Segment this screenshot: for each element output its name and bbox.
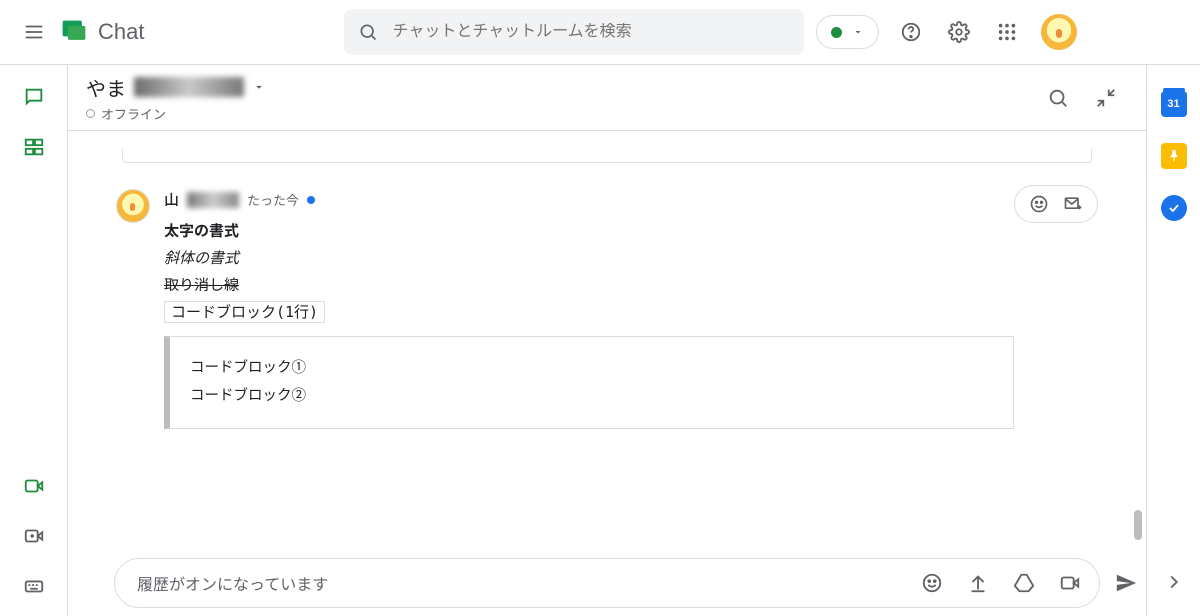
- previous-message-edge: [122, 149, 1092, 163]
- search-icon: [358, 22, 378, 42]
- presence-selector[interactable]: [816, 15, 879, 49]
- sent-indicator-icon: [307, 196, 315, 204]
- conversation-header-actions: [1036, 76, 1128, 120]
- upload-button[interactable]: [959, 564, 997, 602]
- code-block-line: コードブロック②: [190, 383, 993, 411]
- drive-button[interactable]: [1005, 564, 1043, 602]
- collapse-button[interactable]: [1084, 76, 1128, 120]
- caret-down-icon: [852, 26, 864, 38]
- right-rail: 31: [1146, 65, 1200, 616]
- meet-button[interactable]: [1051, 564, 1089, 602]
- emoji-button[interactable]: [913, 564, 951, 602]
- rail-video-button[interactable]: [12, 464, 56, 508]
- video-plus-icon: [23, 525, 45, 547]
- offline-ring-icon: [86, 109, 95, 118]
- bold-text-line: 太字の書式: [164, 223, 239, 240]
- rooms-icon: [23, 136, 45, 158]
- apps-button[interactable]: [985, 10, 1029, 54]
- sender-avatar[interactable]: [116, 189, 150, 223]
- italic-text-line: 斜体の書式: [164, 250, 239, 267]
- search-input[interactable]: [392, 23, 790, 41]
- send-button[interactable]: [1107, 564, 1145, 602]
- conversation-title[interactable]: やま: [86, 73, 266, 102]
- app-body: やま オフライン: [0, 64, 1200, 616]
- strike-text-line: 取り消し線: [164, 277, 239, 294]
- conversation-header: やま オフライン: [68, 65, 1146, 131]
- code-block: コードブロック① コードブロック②: [164, 336, 1014, 429]
- conversation-title-prefix: やま: [86, 73, 126, 102]
- help-button[interactable]: [889, 10, 933, 54]
- topbar-actions: [816, 10, 1077, 54]
- scrollbar-thumb[interactable]: [1134, 510, 1142, 540]
- caret-down-icon: [252, 80, 266, 94]
- chevron-right-icon: [1163, 571, 1185, 593]
- main-menu-button[interactable]: [12, 10, 56, 54]
- smile-icon: [921, 572, 943, 594]
- search-box[interactable]: [344, 9, 804, 55]
- video-icon: [1059, 572, 1081, 594]
- search-icon: [1047, 87, 1069, 109]
- tasks-addon-button[interactable]: [1161, 195, 1187, 221]
- keep-addon-button[interactable]: [1161, 143, 1187, 169]
- conversation-status-label: オフライン: [101, 104, 166, 123]
- composer-area: 履歴がオンになっています: [68, 546, 1146, 616]
- top-bar: Chat: [0, 0, 1200, 64]
- message-list: 山 たった今: [68, 131, 1146, 546]
- collapse-icon: [1095, 87, 1117, 109]
- keep-icon: [1167, 149, 1181, 163]
- composer[interactable]: 履歴がオンになっています: [114, 558, 1100, 608]
- inline-code-line: コードブロック(1行): [164, 301, 325, 323]
- help-icon: [900, 21, 922, 43]
- forward-button[interactable]: [1059, 190, 1087, 218]
- upload-icon: [967, 572, 989, 594]
- side-panel-toggle[interactable]: [1152, 560, 1196, 604]
- conversation-title-redacted: [134, 77, 244, 97]
- message-hover-actions: [1014, 185, 1098, 223]
- drive-icon: [1013, 572, 1035, 594]
- chat-logo-icon: [60, 18, 88, 46]
- app-name: Chat: [98, 19, 144, 45]
- message-header: 山 たった今: [164, 189, 1098, 210]
- conversation-pane: やま オフライン: [68, 65, 1146, 616]
- settings-button[interactable]: [937, 10, 981, 54]
- sender-name-prefix: 山: [164, 189, 179, 210]
- message-timestamp: たった今: [247, 190, 299, 209]
- smile-icon: [1029, 194, 1049, 214]
- account-avatar[interactable]: [1041, 14, 1077, 50]
- rail-rooms-button[interactable]: [12, 125, 56, 169]
- code-block-line: コードブロック①: [190, 355, 993, 383]
- react-button[interactable]: [1025, 190, 1053, 218]
- left-rail: [0, 65, 68, 616]
- message: 山 たった今: [116, 189, 1098, 429]
- check-icon: [1167, 201, 1181, 215]
- video-icon: [23, 475, 45, 497]
- conversation-presence: オフライン: [86, 104, 266, 123]
- chat-bubble-icon: [23, 86, 45, 108]
- hamburger-icon: [23, 21, 45, 43]
- send-icon: [1115, 572, 1137, 594]
- rail-new-meet-button[interactable]: [12, 514, 56, 558]
- calendar-addon-button[interactable]: 31: [1161, 91, 1187, 117]
- rail-chat-button[interactable]: [12, 75, 56, 119]
- presence-active-icon: [831, 27, 842, 38]
- keyboard-icon: [23, 575, 45, 597]
- conversation-search-button[interactable]: [1036, 76, 1080, 120]
- app-logo[interactable]: Chat: [60, 18, 144, 46]
- mail-forward-icon: [1063, 194, 1083, 214]
- message-content: 太字の書式 斜体の書式 取り消し線 コードブロック(1行) コードブロック① コ…: [164, 210, 1098, 429]
- sender-name-redacted: [187, 192, 239, 208]
- gear-icon: [948, 21, 970, 43]
- rail-keyboard-button[interactable]: [12, 564, 56, 608]
- composer-hint: 履歴がオンになっています: [137, 571, 905, 595]
- apps-grid-icon: [996, 21, 1018, 43]
- calendar-day-label: 31: [1167, 98, 1179, 110]
